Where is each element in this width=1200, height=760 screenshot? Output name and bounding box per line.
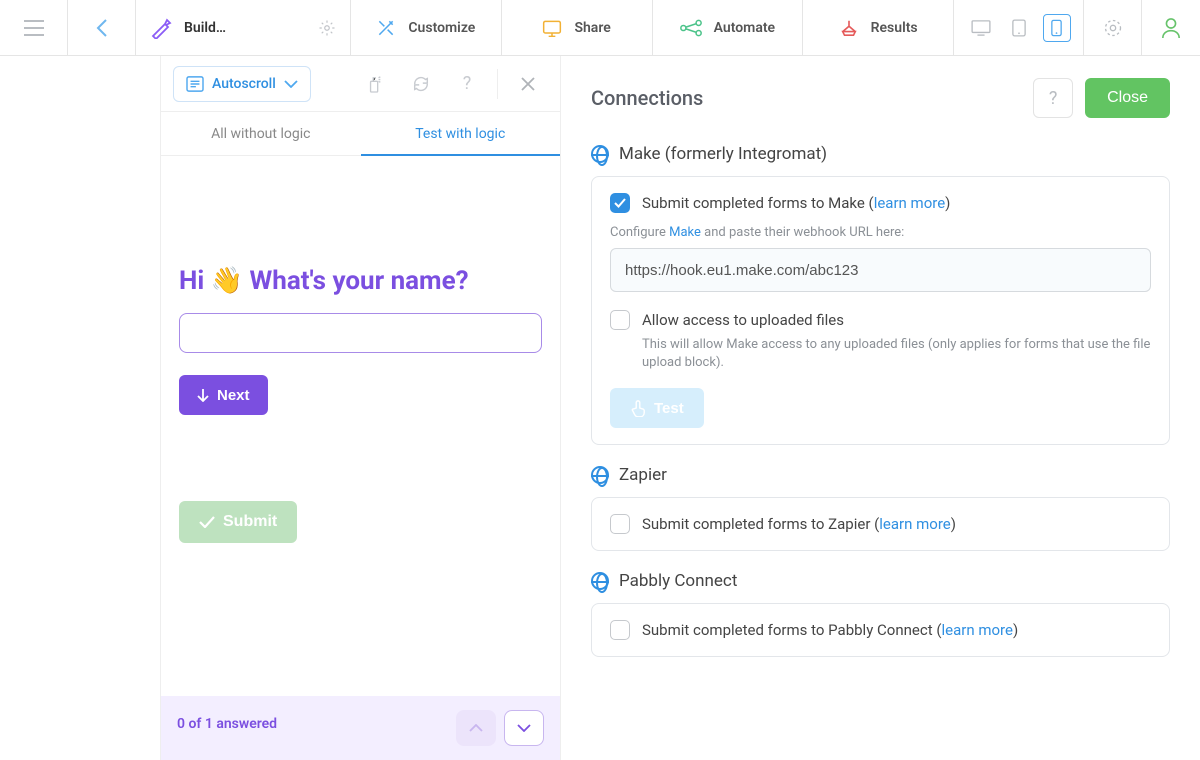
tab-automate[interactable]: Automate <box>653 0 804 55</box>
section-make-title: Make (formerly Integromat) <box>591 144 1170 164</box>
autoscroll-dropdown[interactable]: Autoscroll <box>173 66 311 102</box>
gear-icon <box>1103 18 1123 38</box>
settings-button[interactable] <box>1084 0 1142 55</box>
chevron-up-icon <box>469 724 483 732</box>
section-pabbly-title: Pabbly Connect <box>591 571 1170 591</box>
make-configure-hint: Configure Make and paste their webhook U… <box>610 225 1151 240</box>
chevron-down-icon <box>517 724 531 732</box>
make-upload-label: Allow access to uploaded files <box>642 311 844 329</box>
tab-share[interactable]: Share <box>502 0 653 55</box>
make-webhook-input[interactable] <box>610 248 1151 292</box>
share-icon <box>542 19 562 37</box>
zapier-submit-checkbox[interactable] <box>610 514 630 534</box>
pabbly-submit-label: Submit completed forms to Pabbly Connect… <box>642 621 1018 639</box>
user-icon <box>1161 17 1181 39</box>
globe-icon <box>591 145 609 163</box>
question-icon: ? <box>1049 88 1058 109</box>
tap-icon <box>630 399 646 417</box>
hamburger-icon <box>24 20 44 36</box>
build-icon <box>150 17 172 39</box>
make-submit-checkbox[interactable] <box>610 193 630 213</box>
form-question: Hi 👋 What's your name? <box>179 266 542 297</box>
desktop-icon <box>971 20 991 36</box>
make-configure-link[interactable]: Make <box>669 225 701 240</box>
form-answer-input[interactable] <box>179 313 542 353</box>
progress-text: 0 of 1 answered <box>177 716 456 732</box>
pabbly-submit-checkbox[interactable] <box>610 620 630 640</box>
section-zapier-title: Zapier <box>591 465 1170 485</box>
form-submit-button[interactable]: Submit <box>179 501 297 543</box>
tab-all-without-logic[interactable]: All without logic <box>161 112 361 155</box>
panel-close-button[interactable]: Close <box>1085 78 1170 118</box>
panel-title: Connections <box>591 86 703 110</box>
customize-icon <box>376 18 396 38</box>
refresh-button[interactable] <box>401 66 441 102</box>
help-button[interactable]: ? <box>447 66 487 102</box>
close-preview-button[interactable] <box>508 66 548 102</box>
arrow-down-icon <box>197 388 209 402</box>
device-tablet-button[interactable] <box>1005 14 1033 42</box>
zapier-learn-more-link[interactable]: learn more <box>879 515 950 533</box>
refresh-icon <box>412 75 430 93</box>
make-upload-hint: This will allow Make access to any uploa… <box>642 336 1151 372</box>
question-icon: ? <box>463 73 472 94</box>
panel-help-button[interactable]: ? <box>1033 78 1073 118</box>
menu-button[interactable] <box>0 0 68 55</box>
account-button[interactable] <box>1142 0 1200 55</box>
chevron-down-icon <box>284 80 298 88</box>
form-preview: Hi 👋 What's your name? Next Submit <box>161 156 560 696</box>
spray-icon <box>367 75 383 93</box>
tablet-icon <box>1012 19 1026 37</box>
device-mobile-button[interactable] <box>1043 14 1071 42</box>
make-learn-more-link[interactable]: learn more <box>874 194 945 212</box>
globe-icon <box>591 466 609 484</box>
tab-build[interactable]: Build… <box>136 0 351 55</box>
progress-prev-button[interactable] <box>456 710 496 746</box>
form-next-button[interactable]: Next <box>179 375 268 415</box>
check-icon <box>199 516 215 528</box>
tab-customize[interactable]: Customize <box>351 0 502 55</box>
left-gutter <box>0 56 161 760</box>
device-desktop-button[interactable] <box>967 14 995 42</box>
zapier-submit-label: Submit completed forms to Zapier (learn … <box>642 515 956 533</box>
gear-icon[interactable] <box>318 19 336 37</box>
mobile-icon <box>1051 19 1062 37</box>
close-icon <box>521 77 535 91</box>
check-icon <box>614 198 626 208</box>
tab-test-with-logic[interactable]: Test with logic <box>361 112 561 155</box>
globe-icon <box>591 572 609 590</box>
make-test-button[interactable]: Test <box>610 388 704 428</box>
pabbly-learn-more-link[interactable]: learn more <box>941 621 1012 639</box>
tab-results[interactable]: Results <box>803 0 954 55</box>
make-card: Submit completed forms to Make (learn mo… <box>591 176 1170 445</box>
zapier-card: Submit completed forms to Zapier (learn … <box>591 497 1170 551</box>
autoscroll-icon <box>186 76 204 92</box>
progress-next-button[interactable] <box>504 710 544 746</box>
clear-button[interactable] <box>355 66 395 102</box>
back-button[interactable] <box>68 0 136 55</box>
chevron-left-icon <box>96 18 108 38</box>
make-submit-label: Submit completed forms to Make (learn mo… <box>642 194 950 212</box>
results-icon <box>839 19 859 37</box>
build-label: Build… <box>184 20 226 36</box>
automate-icon <box>680 19 702 37</box>
pabbly-card: Submit completed forms to Pabbly Connect… <box>591 603 1170 657</box>
make-upload-checkbox[interactable] <box>610 310 630 330</box>
